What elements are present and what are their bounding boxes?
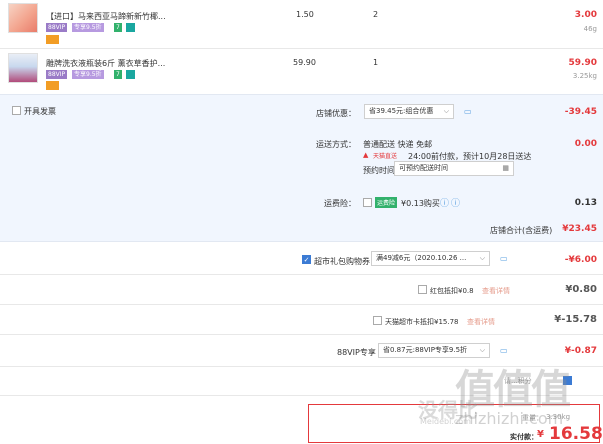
- item-subtotal: 59.90: [568, 58, 597, 68]
- product-name[interactable]: 【进口】马来西亚马蹄新新竹椰...: [46, 11, 166, 22]
- delivery-time-label: 预约时间: [363, 166, 395, 175]
- watermark-zhizhizhi: 值值值: [455, 367, 571, 413]
- shipping-method: 普通配送 快递 免邮: [363, 140, 433, 149]
- item-weight: 46g: [583, 25, 597, 33]
- paid-amount-label: 实付款：: [510, 433, 538, 441]
- store-discount-label: 店铺优惠：: [316, 109, 356, 118]
- vip-discount-select[interactable]: 省0.87元:88VIP专享9.5折 ⌵: [378, 343, 490, 358]
- product-thumbnail[interactable]: [8, 53, 38, 83]
- vip-discount-tag: 专享9.5折: [72, 70, 104, 79]
- divider: [0, 334, 603, 335]
- supermarket-card-details-link[interactable]: 查看详情: [467, 317, 495, 327]
- coin-icon: [46, 35, 59, 44]
- delivery-time-placeholder: 可预约配送时间: [399, 164, 448, 172]
- invoice-label[interactable]: 开具发票: [24, 106, 56, 117]
- supermarket-coupon-label: 超市礼包购物券: [314, 257, 370, 266]
- shipping-label: 运送方式：: [316, 140, 356, 149]
- seven-day-return-icon: 7: [114, 23, 122, 32]
- vip-discount-tag: 专享9.5折: [72, 23, 104, 32]
- chevron-down-icon: ⌵: [443, 107, 449, 115]
- insurance-checkbox[interactable]: [363, 198, 372, 207]
- tmall-icon: ▲: [363, 151, 369, 159]
- vip-badge: 88VIP: [46, 70, 68, 79]
- service-icon: [126, 70, 135, 79]
- watermark-zhizhizhi-url: zhizhizhi.com: [455, 409, 564, 428]
- product-thumbnail[interactable]: [8, 3, 38, 33]
- shipping-value: 0.00: [574, 139, 597, 149]
- store-discount-select[interactable]: 省39.45元:组合优惠 ⌵: [364, 104, 454, 119]
- service-icon: [126, 23, 135, 32]
- vip-badge: 88VIP: [46, 23, 68, 32]
- insurance-label: 运费险：: [324, 199, 356, 208]
- message-icon[interactable]: ▭: [464, 107, 472, 116]
- chevron-down-icon: ⌵: [479, 346, 485, 354]
- message-icon[interactable]: ▭: [500, 254, 508, 263]
- item-subtotal: 3.00: [574, 10, 597, 20]
- coin-icon: [46, 81, 59, 90]
- supermarket-coupon-checkbox[interactable]: ✓: [302, 255, 311, 264]
- supermarket-coupon-select[interactable]: 满49减6元（2020.10.26 ... ⌵: [371, 251, 490, 266]
- divider: [0, 48, 603, 49]
- store-total-label: 店铺合计(含运费): [490, 226, 553, 235]
- message-icon[interactable]: ▭: [500, 346, 508, 355]
- delivery-time-select[interactable]: 可预约配送时间 ▦: [394, 161, 514, 176]
- divider: [0, 304, 603, 305]
- item-quantity: 2: [373, 10, 379, 19]
- supermarket-card-checkbox[interactable]: [373, 316, 382, 325]
- insurance-badge: 运费险: [375, 197, 398, 208]
- help-icon[interactable]: ⓘ: [451, 196, 460, 209]
- store-discount-select-value: 省39.45元:组合优惠: [369, 107, 434, 115]
- supermarket-card-label: 天猫超市卡抵扣¥15.78: [385, 318, 459, 326]
- store-total-value: ¥23.45: [562, 224, 597, 234]
- store-discount-value: -39.45: [564, 107, 597, 117]
- insurance-description: ¥0.13购买: [401, 199, 440, 208]
- vip-discount-value: ¥-0.87: [564, 346, 597, 356]
- insurance-value: 0.13: [574, 198, 597, 208]
- invoice-checkbox[interactable]: [12, 106, 21, 115]
- product-name[interactable]: 雕牌洗衣液瓶装6斤 薰衣草香护...: [46, 58, 165, 69]
- info-icon[interactable]: ⓘ: [440, 196, 449, 209]
- chevron-down-icon: ⌵: [479, 254, 485, 262]
- supermarket-coupon-select-value: 满49减6元（2020.10.26 ...: [376, 254, 467, 262]
- seven-day-return-icon: 7: [114, 70, 122, 79]
- calendar-icon: ▦: [502, 164, 509, 172]
- supermarket-card-value: ¥-15.78: [554, 314, 597, 325]
- item-quantity: 1: [373, 58, 379, 67]
- supermarket-coupon-value: -¥6.00: [564, 255, 597, 265]
- tmall-direct-logo: 天猫直送: [373, 153, 398, 160]
- paid-amount-symbol: ¥: [537, 429, 544, 440]
- divider: [0, 274, 603, 275]
- vip-label: 88VIP专享: [337, 348, 376, 357]
- vip-discount-select-value: 省0.87元:88VIP专享9.5折: [383, 346, 468, 354]
- red-packet-value: ¥0.80: [565, 284, 597, 295]
- red-packet-checkbox[interactable]: [418, 285, 427, 294]
- item-price: 59.90: [293, 58, 316, 67]
- item-price: 1.50: [296, 10, 314, 19]
- red-packet-details-link[interactable]: 查看详情: [482, 286, 510, 296]
- item-weight: 3.25kg: [572, 72, 597, 80]
- red-packet-label: 红包抵扣¥0.8: [430, 287, 474, 295]
